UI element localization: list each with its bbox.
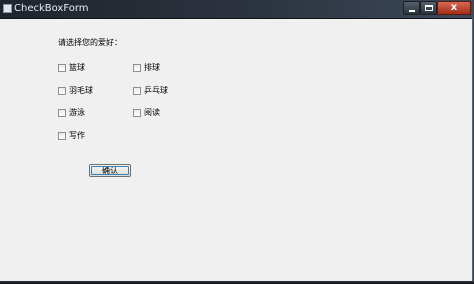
title-bar[interactable]: CheckBoxForm x bbox=[0, 0, 474, 19]
app-window-icon bbox=[3, 4, 12, 13]
confirm-button-label: 确认 bbox=[102, 166, 118, 175]
checkbox-box[interactable] bbox=[58, 64, 66, 72]
checkbox-box[interactable] bbox=[133, 87, 141, 95]
maximize-button[interactable] bbox=[420, 1, 437, 15]
checkbox-form-window: CheckBoxForm x 请选择您的爱好： 篮球 排球 羽毛球 乒乓球 游泳… bbox=[0, 0, 474, 284]
close-icon: x bbox=[450, 2, 458, 13]
checkbox-box[interactable] bbox=[58, 109, 66, 117]
minimize-button[interactable] bbox=[403, 1, 420, 15]
hobby-prompt-label: 请选择您的爱好： bbox=[58, 38, 122, 47]
checkbox-label[interactable]: 游泳 bbox=[69, 108, 85, 118]
checkbox-box[interactable] bbox=[58, 87, 66, 95]
window-title: CheckBoxForm bbox=[14, 3, 89, 14]
checkbox-label[interactable]: 乒乓球 bbox=[144, 86, 168, 96]
checkbox-box[interactable] bbox=[133, 109, 141, 117]
checkbox-label[interactable]: 羽毛球 bbox=[69, 86, 93, 96]
close-button[interactable]: x bbox=[437, 1, 471, 15]
checkbox-box[interactable] bbox=[58, 132, 66, 140]
checkbox-label[interactable]: 写作 bbox=[69, 131, 85, 141]
confirm-button[interactable]: 确认 bbox=[89, 164, 131, 177]
minimize-icon bbox=[409, 10, 415, 12]
checkbox-label[interactable]: 排球 bbox=[144, 63, 160, 73]
checkbox-label[interactable]: 阅读 bbox=[144, 108, 160, 118]
checkbox-box[interactable] bbox=[133, 64, 141, 72]
maximize-icon bbox=[425, 5, 433, 11]
checkbox-label[interactable]: 篮球 bbox=[69, 63, 85, 73]
